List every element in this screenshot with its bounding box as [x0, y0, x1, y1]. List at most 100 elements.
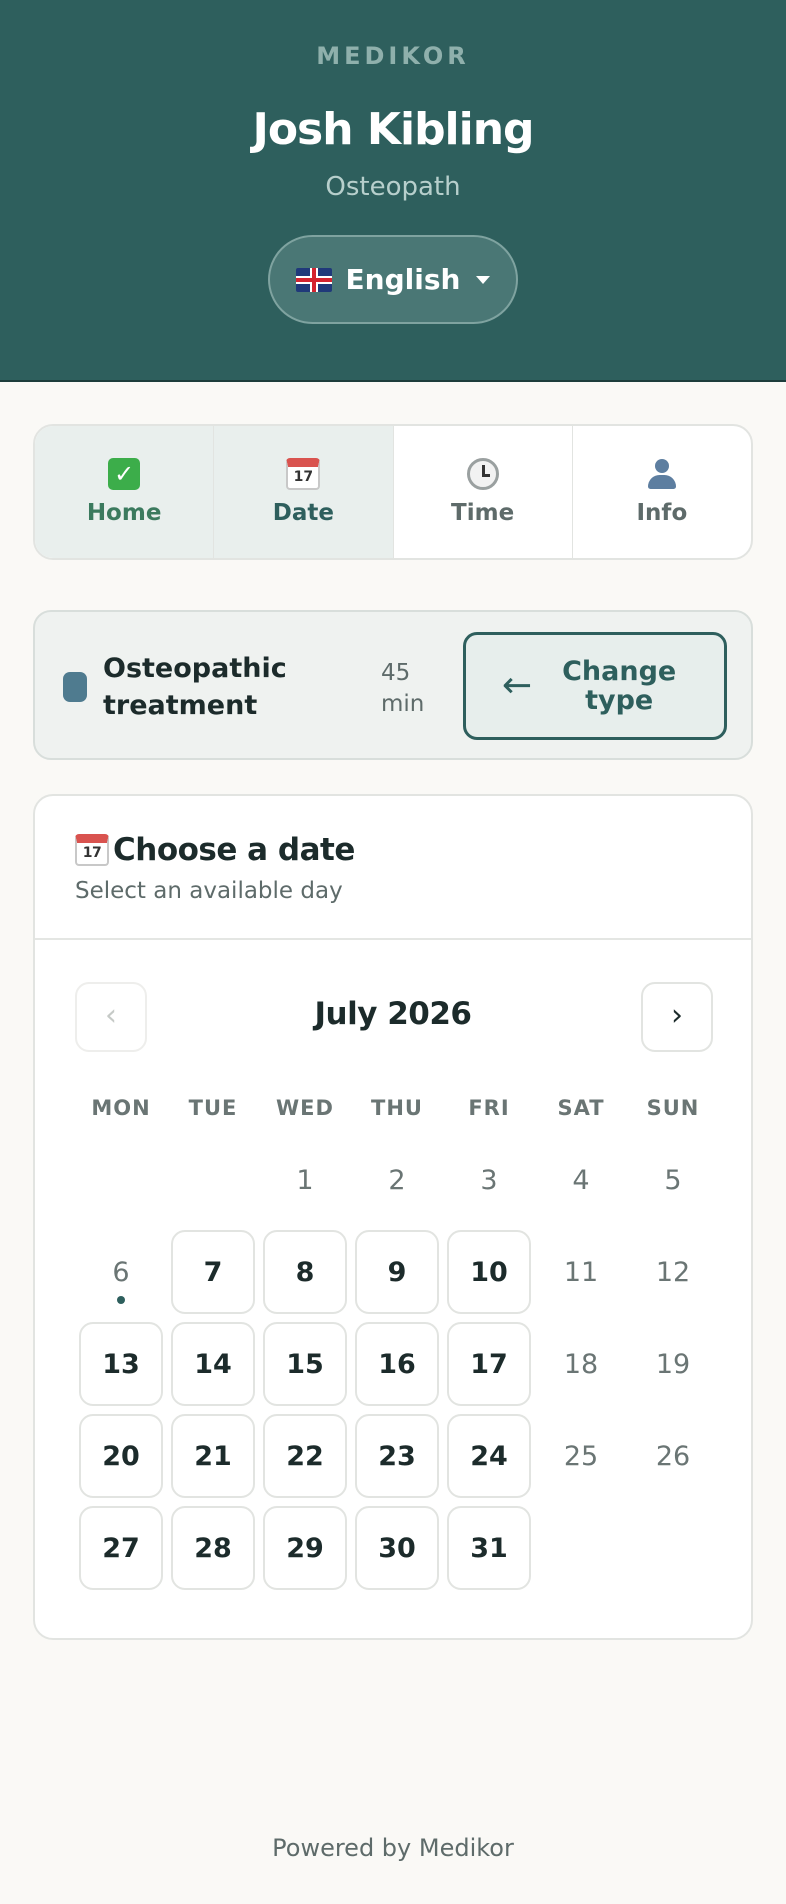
weekday-label: TUE	[188, 1096, 238, 1120]
card-title-text: Choose a date	[113, 832, 355, 868]
calendar-icon: 17	[75, 834, 109, 866]
step-home[interactable]: ✓ Home	[35, 426, 215, 558]
available-day[interactable]: 21	[171, 1414, 255, 1498]
available-day[interactable]: 17	[447, 1322, 531, 1406]
calendar-cell: 10	[443, 1226, 535, 1318]
step-label: Date	[272, 500, 334, 526]
available-day[interactable]: 8	[263, 1230, 347, 1314]
weekday-label: SAT	[557, 1096, 605, 1120]
step-time[interactable]: Time	[394, 426, 573, 558]
calendar-cell: 21	[167, 1410, 259, 1502]
calendar-cell: 3	[443, 1134, 535, 1226]
clock-icon	[466, 458, 499, 490]
uk-flag-icon	[295, 267, 332, 292]
step-label: Home	[86, 500, 162, 526]
calendar-cell: 25	[535, 1410, 627, 1502]
available-day[interactable]: 22	[263, 1414, 347, 1498]
available-day[interactable]: 24	[447, 1414, 531, 1498]
calendar-cell: 31	[443, 1502, 535, 1594]
calendar-icon: 17	[286, 458, 321, 490]
unavailable-day: 4	[572, 1164, 590, 1196]
calendar-cell: 23	[351, 1410, 443, 1502]
card-subtitle: Select an available day	[75, 878, 343, 904]
calendar-cell: 16	[351, 1318, 443, 1410]
doctor-role: Osteopath	[325, 172, 461, 202]
calendar-cell: 26	[627, 1410, 719, 1502]
calendar-cell: 18	[535, 1318, 627, 1410]
change-type-button[interactable]: ← Change type	[463, 632, 727, 740]
language-label: English	[345, 263, 461, 296]
empty-cell	[167, 1134, 259, 1226]
doctor-name: Josh Kibling	[252, 104, 534, 155]
calendar-cell: 28	[167, 1502, 259, 1594]
calendar-cell: 17	[443, 1318, 535, 1410]
calendar-cell: 14	[167, 1318, 259, 1410]
chevron-down-icon	[476, 275, 491, 284]
available-day[interactable]: 28	[171, 1506, 255, 1590]
card-title: 17 Choose a date	[75, 832, 355, 868]
footer-credit: Powered by Medikor	[272, 1834, 514, 1862]
calendar-cell: 27	[75, 1502, 167, 1594]
calendar-cell: 7	[167, 1226, 259, 1318]
today-day: 6	[79, 1230, 163, 1314]
step-info[interactable]: Info	[573, 426, 751, 558]
brand-name: MEDIKOR	[316, 42, 470, 70]
unavailable-day: 25	[563, 1440, 599, 1472]
calendar-cell: 13	[75, 1318, 167, 1410]
calendar-cell: 1	[259, 1134, 351, 1226]
arrow-left-icon: ←	[502, 665, 533, 706]
weekday-label: WED	[276, 1096, 334, 1120]
available-day[interactable]: 7	[171, 1230, 255, 1314]
unavailable-day: 2	[388, 1164, 406, 1196]
calendar-cell: 20	[75, 1410, 167, 1502]
available-day[interactable]: 27	[79, 1506, 163, 1590]
available-day[interactable]: 20	[79, 1414, 163, 1498]
calendar-cell: 29	[259, 1502, 351, 1594]
calendar-cell: 9	[351, 1226, 443, 1318]
available-day[interactable]: 29	[263, 1506, 347, 1590]
next-month-button[interactable]: ›	[641, 982, 713, 1052]
calendar-cell: 4	[535, 1134, 627, 1226]
calendar-cell: 11	[535, 1226, 627, 1318]
calendar-cell: 5	[627, 1134, 719, 1226]
step-label: Time	[451, 500, 515, 526]
user-icon	[646, 458, 678, 490]
available-day[interactable]: 10	[447, 1230, 531, 1314]
language-selector[interactable]: English	[268, 235, 518, 324]
booking-steps: ✓ Home 17 Date Time Info	[33, 424, 753, 560]
service-duration: 45 min	[381, 660, 425, 717]
calendar-cell: 12	[627, 1226, 719, 1318]
available-day[interactable]: 15	[263, 1322, 347, 1406]
calendar-cell: 2	[351, 1134, 443, 1226]
calendar-cell: 24	[443, 1410, 535, 1502]
available-day[interactable]: 30	[355, 1506, 439, 1590]
calendar-cell: 30	[351, 1502, 443, 1594]
calendar-grid: 1 2 3 4 5 6 7 8 9 10 11 12 13 14 15 16 17 18 19 20 21 22 23 24 2…	[75, 1134, 719, 1594]
unavailable-day: 26	[655, 1440, 691, 1472]
calendar-cell: 22	[259, 1410, 351, 1502]
unavailable-day: 11	[563, 1256, 599, 1288]
unavailable-day: 5	[664, 1164, 682, 1196]
service-name: Osteopathic treatment	[103, 653, 287, 721]
empty-cell	[75, 1134, 167, 1226]
weekday-header: MON TUE WED THU FRI SAT SUN	[75, 1096, 719, 1120]
available-day[interactable]: 13	[79, 1322, 163, 1406]
calendar-cell: 6	[75, 1226, 167, 1318]
weekday-label: SUN	[646, 1096, 700, 1120]
available-day[interactable]: 16	[355, 1322, 439, 1406]
change-type-label: Change type	[562, 656, 677, 716]
card-header: 17 Choose a date Select an available day	[35, 796, 751, 940]
available-day[interactable]: 14	[171, 1322, 255, 1406]
available-day[interactable]: 9	[355, 1230, 439, 1314]
weekday-label: MON	[91, 1096, 151, 1120]
date-picker-card: 17 Choose a date Select an available day…	[33, 794, 753, 1640]
calendar-cell: 8	[259, 1226, 351, 1318]
unavailable-day: 12	[655, 1256, 691, 1288]
unavailable-day: 18	[563, 1348, 599, 1380]
unavailable-day: 1	[296, 1164, 314, 1196]
available-day[interactable]: 31	[447, 1506, 531, 1590]
check-icon: ✓	[108, 458, 141, 490]
available-day[interactable]: 23	[355, 1414, 439, 1498]
calendar-cell: 15	[259, 1318, 351, 1410]
step-date[interactable]: 17 Date	[214, 426, 394, 558]
